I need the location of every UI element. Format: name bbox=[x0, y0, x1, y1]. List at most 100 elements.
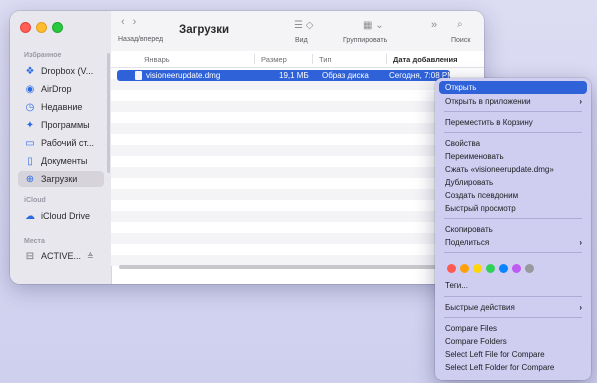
more-icon[interactable]: » bbox=[431, 19, 437, 31]
sidebar-scrollbar[interactable] bbox=[107, 53, 110, 173]
sidebar-item-desktop[interactable]: ▭ Рабочий ст... bbox=[18, 135, 104, 151]
table-row[interactable]: visioneerupdate.dmg 19,1 МБ Образ диска … bbox=[117, 70, 454, 81]
favorites-header: Избранное bbox=[24, 52, 62, 59]
menu-divider bbox=[444, 252, 582, 253]
column-date-added[interactable]: Дата добавления bbox=[393, 55, 457, 64]
zoom-button[interactable] bbox=[52, 22, 63, 33]
eject-icon[interactable]: ≜ bbox=[87, 252, 94, 261]
context-menu: Открыть Открыть в приложении › Переместит… bbox=[435, 78, 591, 380]
tag-purple[interactable] bbox=[512, 264, 521, 273]
sidebar-item-downloads[interactable]: ⊕ Загрузки bbox=[18, 171, 104, 187]
menu-divider bbox=[444, 296, 582, 297]
menu-item-label: Compare Folders bbox=[445, 337, 507, 346]
file-name: visioneerupdate.dmg bbox=[146, 71, 221, 80]
file-kind: Образ диска bbox=[322, 71, 369, 80]
sidebar-item-airdrop[interactable]: ◉ AirDrop bbox=[18, 81, 104, 97]
cloud-icon: ☁ bbox=[25, 210, 35, 222]
menu-item-quick-actions[interactable]: Быстрые действия › bbox=[439, 301, 587, 314]
file-size: 19,1 МБ bbox=[279, 71, 309, 80]
locations-header: Места bbox=[24, 238, 45, 245]
sidebar-item-label: Загрузки bbox=[41, 174, 78, 184]
menu-item-label: Select Left File for Compare bbox=[445, 350, 545, 359]
document-icon: ▯ bbox=[27, 155, 33, 167]
menu-divider bbox=[444, 218, 582, 219]
sidebar-item-documents[interactable]: ▯ Документы bbox=[18, 153, 104, 169]
menu-divider bbox=[444, 111, 582, 112]
tag-gray[interactable] bbox=[525, 264, 534, 273]
menu-item-label: Создать псевдоним bbox=[445, 191, 519, 200]
download-icon: ⊕ bbox=[25, 173, 35, 185]
sidebar-item-dropbox[interactable]: ❖ Dropbox (V... bbox=[18, 63, 104, 79]
window-controls bbox=[20, 22, 63, 33]
sidebar-item-label: Документы bbox=[41, 156, 88, 166]
tag-blue[interactable] bbox=[499, 264, 508, 273]
clock-icon: ◷ bbox=[25, 101, 35, 113]
sidebar-item-active-disk[interactable]: ⊟ ACTIVE... ≜ bbox=[18, 248, 104, 264]
dropbox-icon: ❖ bbox=[25, 65, 35, 77]
menu-item-compare-folders[interactable]: Compare Folders bbox=[439, 335, 587, 348]
menu-item-select-left-file[interactable]: Select Left File for Compare bbox=[439, 348, 587, 361]
apps-icon: ✦ bbox=[25, 119, 35, 131]
sidebar-item-icloud-drive[interactable]: ☁ iCloud Drive bbox=[18, 208, 104, 224]
column-headers: Январь Размер Тип Дата добавления bbox=[111, 51, 484, 68]
menu-item-select-left-folder[interactable]: Select Left Folder for Compare bbox=[439, 361, 587, 374]
disk-icon: ⊟ bbox=[25, 250, 35, 262]
nav-label: Назад/вперед bbox=[118, 36, 164, 43]
chevron-right-icon: › bbox=[579, 97, 582, 106]
column-divider[interactable] bbox=[386, 54, 387, 64]
menu-item-get-info[interactable]: Свойства bbox=[439, 137, 587, 150]
close-button[interactable] bbox=[20, 22, 31, 33]
menu-item-duplicate[interactable]: Дублировать bbox=[439, 176, 587, 189]
view-label: Вид bbox=[295, 37, 308, 44]
back-forward-buttons[interactable]: ‹› bbox=[121, 16, 144, 28]
column-divider[interactable] bbox=[312, 54, 313, 64]
chevron-right-icon: › bbox=[579, 238, 582, 247]
menu-item-compare-files[interactable]: Compare Files bbox=[439, 322, 587, 335]
minimize-button[interactable] bbox=[36, 22, 47, 33]
sidebar-item-recents[interactable]: ◷ Недавние bbox=[18, 99, 104, 115]
tag-green[interactable] bbox=[486, 264, 495, 273]
menu-item-share[interactable]: Поделиться › bbox=[439, 236, 587, 249]
sidebar-item-label: AirDrop bbox=[41, 84, 72, 94]
chevron-left-icon[interactable]: ‹ bbox=[121, 16, 133, 28]
list-view-icon[interactable]: ☰ ◇ bbox=[294, 20, 313, 31]
column-kind[interactable]: Тип bbox=[319, 55, 332, 64]
menu-item-label: Поделиться bbox=[445, 238, 490, 247]
menu-item-move-to-trash[interactable]: Переместить в Корзину bbox=[439, 116, 587, 129]
menu-item-make-alias[interactable]: Создать псевдоним bbox=[439, 189, 587, 202]
search-icon[interactable]: ⌕ bbox=[457, 19, 463, 30]
tag-red[interactable] bbox=[447, 264, 456, 273]
column-size[interactable]: Размер bbox=[261, 55, 287, 64]
desktop-icon: ▭ bbox=[25, 137, 35, 149]
sidebar-item-label: ACTIVE... bbox=[41, 251, 82, 261]
tag-orange[interactable] bbox=[460, 264, 469, 273]
menu-item-label: Сжать «visioneerupdate.dmg» bbox=[445, 165, 554, 174]
menu-item-rename[interactable]: Переименовать bbox=[439, 150, 587, 163]
menu-item-label: Скопировать bbox=[445, 225, 493, 234]
menu-item-open-with[interactable]: Открыть в приложении › bbox=[439, 95, 587, 108]
dmg-file-icon bbox=[135, 71, 142, 80]
group-icon[interactable]: ▦ ⌄ bbox=[363, 20, 384, 31]
chevron-right-icon: › bbox=[579, 303, 582, 312]
menu-item-label: Дублировать bbox=[445, 178, 494, 187]
column-divider[interactable] bbox=[254, 54, 255, 64]
airdrop-icon: ◉ bbox=[25, 83, 35, 95]
column-name[interactable]: Январь bbox=[144, 55, 170, 64]
tag-colors bbox=[447, 264, 534, 273]
menu-item-label: Select Left Folder for Compare bbox=[445, 363, 555, 372]
sidebar-item-label: Недавние bbox=[41, 102, 83, 112]
menu-item-label: Переместить в Корзину bbox=[445, 118, 533, 127]
chevron-right-icon[interactable]: › bbox=[133, 16, 145, 28]
menu-item-quick-look[interactable]: Быстрый просмотр bbox=[439, 202, 587, 215]
horizontal-scrollbar[interactable] bbox=[119, 265, 469, 269]
tag-yellow[interactable] bbox=[473, 264, 482, 273]
group-label: Группировать bbox=[343, 37, 388, 44]
sidebar-item-applications[interactable]: ✦ Программы bbox=[18, 117, 104, 133]
menu-item-label: Быстрые действия bbox=[445, 303, 515, 312]
menu-item-compress[interactable]: Сжать «visioneerupdate.dmg» bbox=[439, 163, 587, 176]
menu-divider bbox=[444, 132, 582, 133]
menu-item-open[interactable]: Открыть bbox=[439, 81, 587, 94]
menu-item-tags[interactable]: Теги... bbox=[439, 279, 587, 292]
menu-item-label: Открыть в приложении bbox=[445, 97, 531, 106]
menu-item-copy[interactable]: Скопировать bbox=[439, 223, 587, 236]
